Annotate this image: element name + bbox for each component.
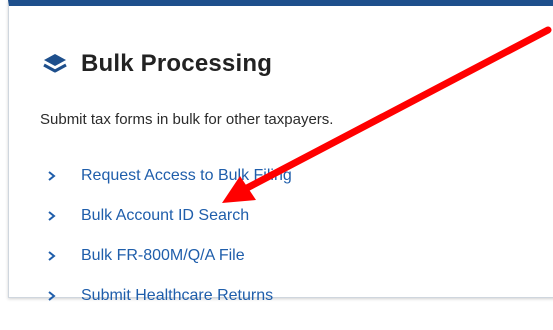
chevron-right-icon <box>48 291 56 301</box>
card-header: Bulk Processing <box>43 50 272 78</box>
link-request-access-bulk-filing[interactable]: Request Access to Bulk Filing <box>47 156 292 196</box>
bulk-processing-card: Bulk Processing Submit tax forms in bulk… <box>8 0 553 304</box>
link-label[interactable]: Bulk Account ID Search <box>81 207 249 225</box>
chevron-right-icon <box>48 211 56 221</box>
link-label[interactable]: Bulk FR-800M/Q/A File <box>81 247 245 265</box>
link-label[interactable]: Request Access to Bulk Filing <box>81 167 292 185</box>
link-submit-healthcare-returns[interactable]: Submit Healthcare Returns <box>47 276 292 316</box>
card-title: Bulk Processing <box>81 50 273 77</box>
link-bulk-account-id-search[interactable]: Bulk Account ID Search <box>47 196 292 236</box>
chevron-right-icon <box>48 171 56 181</box>
link-label[interactable]: Submit Healthcare Returns <box>81 287 273 305</box>
chevron-right-icon <box>48 251 56 261</box>
layers-icon <box>43 53 67 75</box>
card-description: Submit tax forms in bulk for other taxpa… <box>40 111 334 128</box>
link-bulk-fr800-file[interactable]: Bulk FR-800M/Q/A File <box>47 236 292 276</box>
bulk-links-list: Request Access to Bulk Filing Bulk Accou… <box>47 156 292 316</box>
